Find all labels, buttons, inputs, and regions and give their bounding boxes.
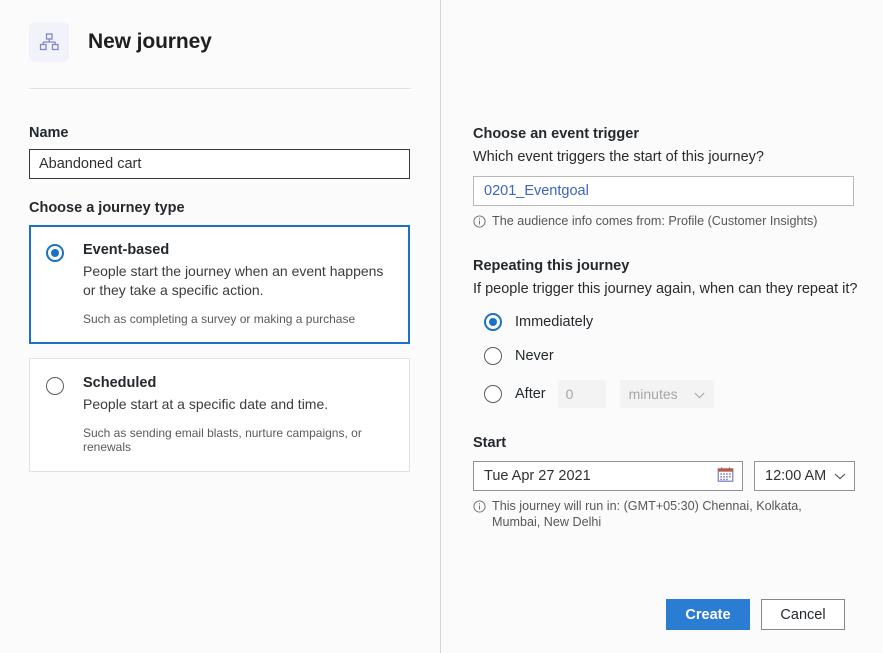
hierarchy-icon xyxy=(29,22,69,62)
repeat-option-never[interactable]: Never xyxy=(484,347,883,365)
journey-type-option-event-based[interactable]: Event-based People start the journey whe… xyxy=(29,225,410,344)
dialog-header: New journey xyxy=(0,22,440,62)
create-button[interactable]: Create xyxy=(666,599,750,630)
journey-type-option-text: Event-based People start the journey whe… xyxy=(83,242,391,326)
left-panel: New journey Name Choose a journey type E… xyxy=(0,0,440,653)
repeat-option-immediately[interactable]: Immediately xyxy=(484,313,883,331)
left-form: Name Choose a journey type Event-based P… xyxy=(0,125,440,472)
start-section: Start Tue Apr 27 2021 12:00 AM This jour… xyxy=(473,435,883,530)
journey-type-label: Choose a journey type xyxy=(29,200,185,216)
hint-text: The audience info comes from: Profile (C… xyxy=(492,214,818,228)
repeating-question: If people trigger this journey again, wh… xyxy=(473,281,858,297)
name-input[interactable] xyxy=(29,149,410,179)
radio-immediately[interactable] xyxy=(484,313,502,331)
radio-after[interactable] xyxy=(484,385,502,403)
start-label: Start xyxy=(473,435,507,451)
dialog-footer: Create Cancel xyxy=(666,599,845,630)
repeating-section: Repeating this journey If people trigger… xyxy=(473,258,883,408)
repeat-after-amount-input xyxy=(557,380,606,408)
option-description: People start the journey when an event h… xyxy=(83,263,384,298)
start-time-select[interactable]: 12:00 AM xyxy=(754,461,855,491)
info-icon xyxy=(473,500,486,518)
journey-type-option-scheduled[interactable]: Scheduled People start at a specific dat… xyxy=(29,358,410,472)
new-journey-dialog: New journey Name Choose a journey type E… xyxy=(0,0,883,653)
option-title: Scheduled xyxy=(83,375,157,391)
start-date-input[interactable]: Tue Apr 27 2021 xyxy=(473,461,743,491)
event-trigger-input[interactable] xyxy=(473,176,854,206)
event-trigger-section: Choose an event trigger Which event trig… xyxy=(473,126,883,233)
option-hint: Such as completing a survey or making a … xyxy=(83,312,356,326)
repeat-option-label: After xyxy=(515,386,546,402)
radio-never[interactable] xyxy=(484,347,502,365)
option-title: Event-based xyxy=(83,242,170,258)
start-time-value: 12:00 AM xyxy=(765,468,827,484)
journey-type-option-text: Scheduled People start at a specific dat… xyxy=(83,375,391,454)
radio-scheduled[interactable] xyxy=(46,377,64,395)
cancel-button[interactable]: Cancel xyxy=(761,599,845,630)
repeat-after-unit-value: minutes xyxy=(628,386,678,402)
option-hint: Such as sending email blasts, nurture ca… xyxy=(83,426,362,454)
repeat-after-unit-select: minutes xyxy=(619,380,714,408)
name-label: Name xyxy=(29,125,69,141)
chevron-down-icon xyxy=(834,468,846,484)
start-date-value: Tue Apr 27 2021 xyxy=(484,468,591,484)
repeating-title: Repeating this journey xyxy=(473,258,630,274)
start-timezone-hint: This journey will run in: (GMT+05:30) Ch… xyxy=(473,498,838,530)
option-description: People start at a specific date and time… xyxy=(83,396,329,412)
calendar-icon[interactable] xyxy=(717,466,734,487)
repeat-option-after[interactable]: After minutes xyxy=(484,380,883,408)
event-trigger-title: Choose an event trigger xyxy=(473,126,639,142)
start-controls: Tue Apr 27 2021 12:00 AM xyxy=(473,461,883,491)
right-panel: Choose an event trigger Which event trig… xyxy=(440,0,883,653)
repeat-option-label: Immediately xyxy=(515,314,594,330)
header-divider xyxy=(29,88,411,89)
event-trigger-question: Which event triggers the start of this j… xyxy=(473,149,764,165)
page-title: New journey xyxy=(88,30,212,53)
hint-text: This journey will run in: (GMT+05:30) Ch… xyxy=(492,499,802,529)
chevron-down-icon xyxy=(694,386,705,402)
radio-event-based[interactable] xyxy=(46,244,64,262)
event-trigger-hint: The audience info comes from: Profile (C… xyxy=(473,213,838,233)
info-icon xyxy=(473,215,486,233)
repeat-option-label: Never xyxy=(515,348,554,364)
